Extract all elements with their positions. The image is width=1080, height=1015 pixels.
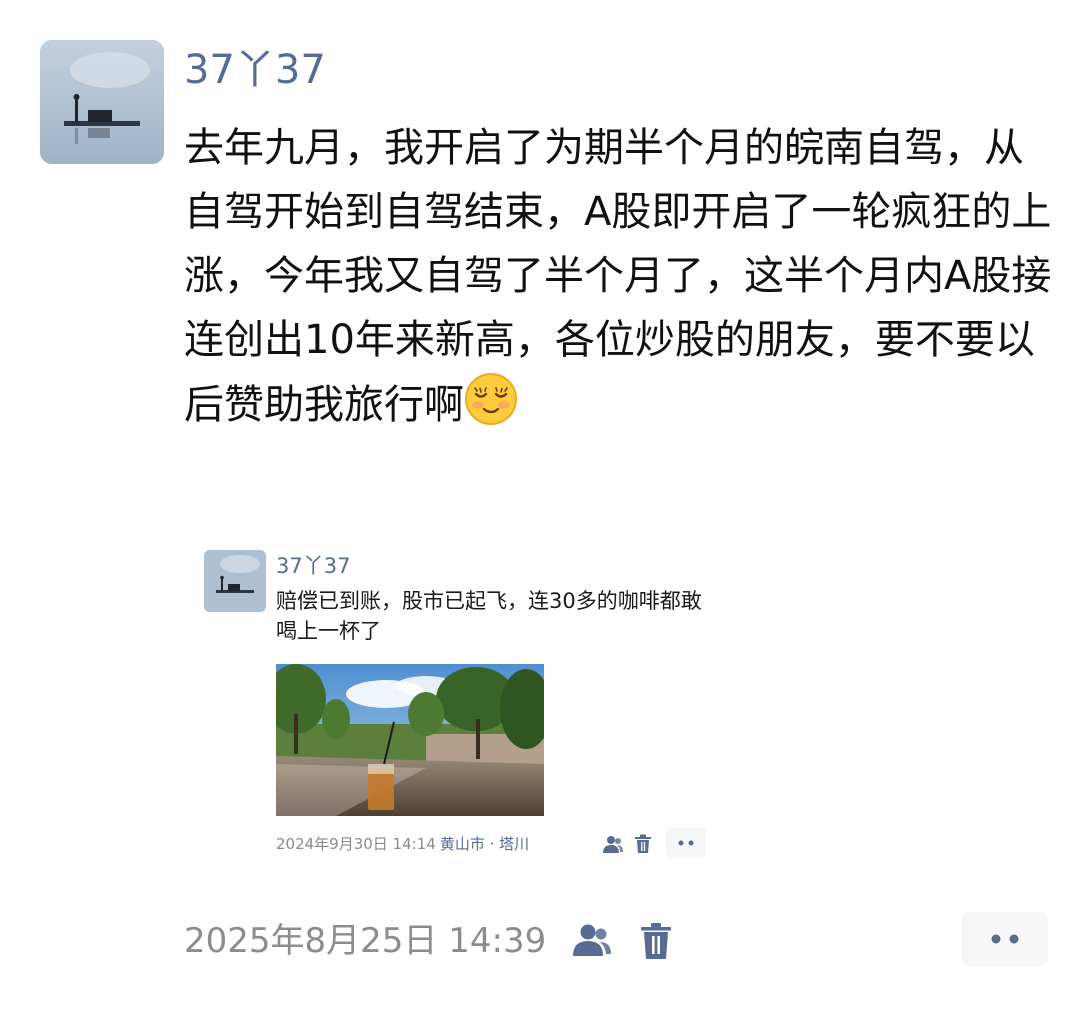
shared-post-text: 赔偿已到账，股市已起飞，连30多的咖啡都敢喝上一杯了 [276, 589, 702, 643]
avatar-image [40, 40, 164, 164]
more-icon [991, 934, 1019, 944]
shared-post-location[interactable]: 黄山市 · 塔川 [440, 835, 529, 853]
trash-icon[interactable] [634, 834, 652, 854]
post-timestamp: 2025年8月25日 14:39 [184, 921, 547, 961]
shared-avatar [204, 550, 266, 612]
post-text: 去年九月，我开启了为期半个月的皖南自驾，从自驾开始到自驾结束，A股即开启了一轮疯… [184, 116, 1054, 437]
shared-post-timestamp: 2024年9月30日 14:14 [276, 835, 436, 853]
shared-avatar-image [204, 550, 266, 612]
more-button[interactable] [962, 912, 1048, 966]
people-icon[interactable] [602, 834, 624, 854]
shared-post-username[interactable]: 37丫37 [276, 552, 350, 580]
coffee-landscape-image [276, 664, 544, 816]
shared-more-button[interactable] [666, 828, 706, 858]
more-icon [678, 840, 694, 846]
trash-icon[interactable] [640, 922, 672, 960]
shared-post-card[interactable]: 37丫37 赔偿已到账，股市已起飞，连30多的咖啡都敢喝上一杯了 2024年9月… [196, 542, 716, 872]
post-username[interactable]: 37丫37 [184, 42, 326, 98]
smiling-blushing-emoji-icon [464, 372, 518, 426]
post-body: 去年九月，我开启了为期半个月的皖南自驾，从自驾开始到自驾结束，A股即开启了一轮疯… [184, 125, 1052, 428]
shared-post-photo[interactable] [276, 664, 544, 816]
shared-post-meta: 2024年9月30日 14:14 黄山市 · 塔川 [276, 830, 529, 858]
people-icon[interactable] [572, 922, 612, 958]
avatar[interactable] [40, 40, 164, 164]
